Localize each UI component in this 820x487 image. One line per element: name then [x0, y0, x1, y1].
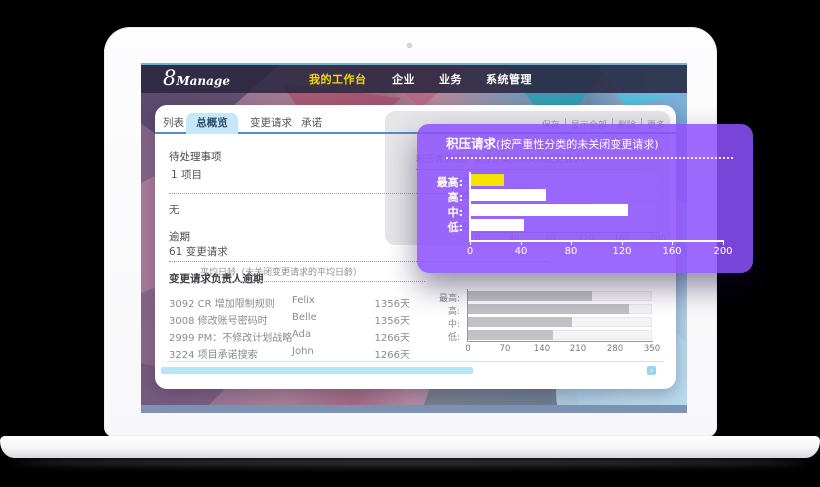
top-navbar: 8Manage 我的工作台 企业 业务 系统管理 [141, 65, 687, 93]
backlog-dotted-divider [446, 157, 733, 159]
backlog-tick-label: 40 [515, 246, 528, 257]
avg-age-category-label: 最高: [408, 291, 460, 304]
logo-text: Manage [176, 74, 230, 88]
backlog-axis-tick [672, 241, 673, 245]
avg-age-bar-track [468, 317, 652, 327]
avg-age-dotted-divider [200, 281, 425, 282]
logo-8: 8 [163, 65, 176, 92]
nav-item-business[interactable]: 业务 [439, 65, 462, 93]
avg-age-x-axis [467, 341, 653, 342]
screen-bottom-strip [141, 405, 687, 413]
avg-age-tick-label: 140 [534, 344, 550, 354]
row-title[interactable]: 3224 项目承诺搜索 [169, 346, 258, 361]
backlog-category-label: 最高: [417, 174, 463, 190]
tab-commitment[interactable]: 承诺 [301, 115, 322, 130]
backlog-chart-title: 积压请求(按严重性分类的未关闭变更请求) [446, 133, 659, 152]
laptop-base [0, 436, 820, 458]
stage: 8Manage 我的工作台 企业 业务 系统管理 积压请求(按严重性分类的未关闭… [0, 0, 820, 487]
backlog-tick-label: 80 [565, 246, 578, 257]
avg-age-tick-label: 350 [644, 344, 660, 354]
overdue-value[interactable]: 61 变更请求 [169, 244, 228, 259]
avg-age-bar [468, 291, 592, 301]
avg-age-bar [468, 330, 553, 340]
nav-item-my-workspace[interactable]: 我的工作台 [309, 65, 367, 93]
nav-item-enterprise[interactable]: 企业 [392, 65, 415, 93]
app-logo[interactable]: 8Manage [163, 65, 230, 93]
backlog-category-label: 高: [417, 189, 463, 205]
backlog-title-text: 积压请求 [446, 136, 496, 151]
avg-age-bar-track [468, 291, 652, 301]
backlog-subtitle-text: (按严重性分类的未关闭变更请求) [496, 138, 659, 151]
laptop-shadow [14, 457, 806, 466]
backlog-axis-tick [571, 241, 572, 245]
backlog-tick-label: 0 [467, 246, 473, 257]
backlog-bar-highest [470, 174, 504, 186]
pending-items-value[interactable]: 1 项目 [171, 167, 202, 182]
avg-age-tick-label: 0 [465, 344, 470, 354]
scrollbar-right-arrow-icon[interactable]: › [647, 366, 656, 375]
empty-section-value: 无 [169, 202, 180, 217]
backlog-tick-label: 160 [662, 246, 681, 257]
nav-item-system-admin[interactable]: 系统管理 [486, 65, 532, 93]
backlog-category-label: 中: [417, 204, 463, 220]
avg-age-chart-title: 平均日龄（未关闭变更请求的平均日龄） [200, 265, 362, 278]
tab-overview[interactable]: 总概览 [186, 113, 238, 134]
laptop-camera [407, 43, 412, 48]
avg-age-bar [468, 317, 572, 327]
avg-age-category-label: 低: [408, 330, 460, 343]
backlog-bar-medium [470, 204, 628, 216]
backlog-axis-tick [470, 241, 471, 245]
backlog-chart-row: 最高: [417, 174, 753, 186]
table-row[interactable]: 3224 项目承诺搜索 John 1266天 [155, 346, 676, 360]
backlog-axis-tick [622, 241, 623, 245]
backlog-bar-low [470, 219, 524, 231]
backlog-chart-row: 高: [417, 189, 753, 201]
backlog-axis-tick [723, 241, 724, 245]
backlog-y-axis [469, 172, 471, 240]
avg-age-tick-label: 280 [607, 344, 623, 354]
backlog-chart-row: 中: [417, 204, 753, 216]
backlog-axis-tick [521, 241, 522, 245]
overdue-label: 逾期 [169, 229, 190, 244]
backlog-x-axis [469, 240, 724, 242]
avg-age-chart-row: 最高: [155, 291, 676, 301]
avg-age-bar-track [468, 304, 652, 314]
avg-age-tick-label: 70 [500, 344, 511, 354]
avg-age-category-label: 中: [408, 317, 460, 330]
tab-change-request[interactable]: 变更请求 [250, 115, 292, 130]
avg-age-chart-row: 中: [155, 317, 676, 327]
row-overdue-days: 1266天 [350, 346, 410, 361]
avg-age-bar [468, 304, 629, 314]
backlog-category-label: 低: [417, 219, 463, 235]
avg-age-tick-label: 210 [570, 344, 586, 354]
horizontal-scrollbar-thumb[interactable] [161, 367, 473, 374]
avg-age-category-label: 高: [408, 304, 460, 317]
row-owner: John [292, 346, 314, 357]
backlog-tick-label: 120 [612, 246, 631, 257]
avg-age-bar-track [468, 330, 652, 340]
tab-list[interactable]: 列表 [163, 115, 184, 130]
pending-items-label: 待处理事项 [169, 149, 222, 164]
backlog-chart-card: 积压请求(按严重性分类的未关闭变更请求) 最高: 高: 中: 低: 0 40 8… [417, 124, 753, 273]
avg-age-y-axis [467, 289, 468, 341]
scrollbar-divider [167, 361, 664, 362]
backlog-chart-row: 低: [417, 219, 753, 231]
avg-age-chart-row: 低: [155, 330, 676, 340]
backlog-tick-label: 200 [713, 246, 732, 257]
avg-age-chart-row: 高: [155, 304, 676, 314]
backlog-bar-high [470, 189, 546, 201]
